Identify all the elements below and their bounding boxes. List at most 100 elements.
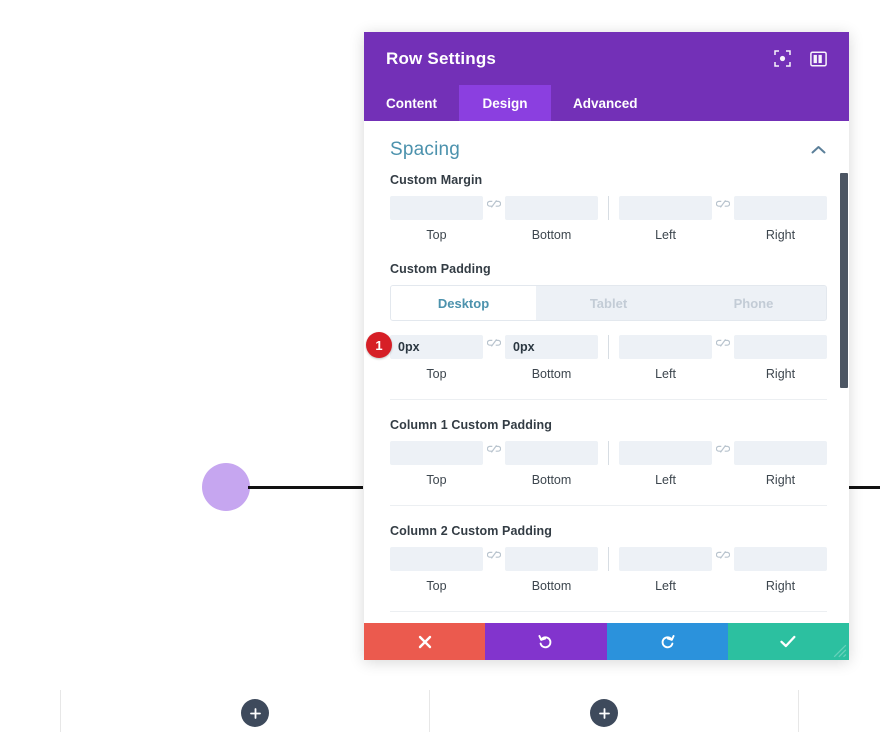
redo-icon	[661, 634, 675, 648]
undo-button[interactable]	[485, 623, 607, 660]
check-icon	[780, 635, 796, 648]
column-2-padding-label: Column 2 Custom Padding	[390, 524, 553, 538]
margin-bottom-cell: Bottom	[505, 196, 598, 242]
padding-left-caption: Left	[655, 367, 676, 381]
focus-icon[interactable]	[773, 50, 791, 68]
col1-padding-bottom-input[interactable]	[505, 441, 598, 465]
unlink-icon[interactable]	[483, 441, 505, 487]
add-module-button-1[interactable]	[241, 699, 269, 727]
column-2-padding-fields: Top Bottom Left Right	[390, 547, 827, 593]
cancel-button[interactable]	[364, 623, 486, 660]
column-divider-2	[429, 690, 430, 732]
padding-left-cell: Left	[619, 335, 712, 381]
scrollbar-thumb[interactable]	[840, 173, 848, 388]
section-divider	[390, 399, 827, 400]
margin-top-caption: Top	[426, 228, 447, 242]
row-node-handle[interactable]	[202, 463, 250, 511]
col2-padding-bottom-input[interactable]	[505, 547, 598, 571]
margin-left-caption: Left	[655, 228, 676, 242]
resize-handle-icon	[833, 644, 847, 658]
row-settings-modal: Row Settings Content Design Advanced Spa…	[364, 32, 849, 660]
padding-top-input[interactable]	[390, 335, 483, 359]
col2-padding-top-caption: Top	[426, 579, 447, 593]
col2-padding-left-caption: Left	[655, 579, 676, 593]
col2-padding-right-cell: Right	[734, 547, 827, 593]
unlink-icon[interactable]	[712, 441, 734, 487]
save-button[interactable]	[727, 623, 849, 660]
status-badge: 1	[366, 332, 392, 358]
margin-right-cell: Right	[734, 196, 827, 242]
redo-button[interactable]	[606, 623, 728, 660]
connector-line-right	[849, 486, 880, 489]
unlink-icon[interactable]	[712, 547, 734, 593]
col1-padding-top-input[interactable]	[390, 441, 483, 465]
padding-bottom-cell: Bottom	[505, 335, 598, 381]
device-tab-phone[interactable]: Phone	[681, 286, 826, 320]
close-icon	[418, 635, 431, 648]
settings-scroll-area: Spacing Custom Margin Top Bottom Left Ri…	[364, 121, 849, 623]
padding-left-input[interactable]	[619, 335, 712, 359]
col2-padding-bottom-caption: Bottom	[531, 579, 572, 593]
section-title: Spacing	[390, 139, 461, 160]
chevron-up-icon[interactable]	[809, 141, 827, 159]
padding-right-input[interactable]	[734, 335, 827, 359]
field-separator	[608, 196, 609, 220]
padding-bottom-caption: Bottom	[531, 367, 572, 381]
responsive-device-tabs: Desktop Tablet Phone	[390, 285, 827, 321]
section-divider	[390, 611, 827, 612]
margin-left-input[interactable]	[619, 196, 712, 220]
tab-content[interactable]: Content	[364, 85, 459, 121]
custom-margin-fields: Top Bottom Left Right	[390, 196, 827, 242]
scrollbar-track[interactable]	[839, 121, 849, 623]
col2-padding-left-cell: Left	[619, 547, 712, 593]
plus-icon	[598, 707, 610, 719]
col1-padding-left-input[interactable]	[619, 441, 712, 465]
layout-columns-icon[interactable]	[809, 50, 827, 68]
padding-bottom-input[interactable]	[505, 335, 598, 359]
column-1-padding-group: Column 1 Custom Padding Top Bottom Left …	[390, 418, 827, 487]
device-tab-desktop[interactable]: Desktop	[391, 286, 536, 320]
col1-padding-right-caption: Right	[765, 473, 796, 487]
col2-padding-left-input[interactable]	[619, 547, 712, 571]
col2-padding-top-input[interactable]	[390, 547, 483, 571]
unlink-icon[interactable]	[483, 196, 505, 242]
unlink-icon[interactable]	[483, 547, 505, 593]
unlink-icon[interactable]	[483, 335, 505, 381]
device-tab-tablet[interactable]: Tablet	[536, 286, 681, 320]
margin-bottom-input[interactable]	[505, 196, 598, 220]
col2-padding-top-cell: Top	[390, 547, 483, 593]
section-divider	[390, 505, 827, 506]
plus-icon	[249, 707, 261, 719]
margin-right-input[interactable]	[734, 196, 827, 220]
col2-padding-right-input[interactable]	[734, 547, 827, 571]
modal-body: Spacing Custom Margin Top Bottom Left Ri…	[364, 121, 849, 623]
padding-right-cell: Right	[734, 335, 827, 381]
spacing-section-header[interactable]: Spacing	[390, 121, 827, 173]
page-title: Row Settings	[386, 48, 497, 68]
connector-line-left	[248, 486, 363, 489]
tab-design[interactable]: Design	[459, 85, 551, 121]
margin-top-input[interactable]	[390, 196, 483, 220]
column-1-padding-fields: Top Bottom Left Right	[390, 441, 827, 487]
col1-padding-right-input[interactable]	[734, 441, 827, 465]
margin-right-caption: Right	[765, 228, 796, 242]
custom-padding-label: Custom Padding	[390, 262, 491, 276]
custom-margin-label: Custom Margin	[390, 173, 483, 187]
margin-left-cell: Left	[619, 196, 712, 242]
unlink-icon[interactable]	[712, 196, 734, 242]
col1-padding-left-cell: Left	[619, 441, 712, 487]
modal-header: Row Settings	[364, 32, 849, 85]
col1-padding-right-cell: Right	[734, 441, 827, 487]
col1-padding-bottom-caption: Bottom	[531, 473, 572, 487]
custom-padding-fields: 1 Top	[366, 332, 827, 381]
col2-padding-right-caption: Right	[765, 579, 796, 593]
tab-advanced[interactable]: Advanced	[551, 85, 660, 121]
column-2-padding-group: Column 2 Custom Padding Top Bottom Left …	[390, 524, 827, 593]
modal-tabs: Content Design Advanced	[364, 85, 849, 121]
unlink-icon[interactable]	[712, 335, 734, 381]
custom-margin-group: Custom Margin Top Bottom Left Right	[390, 173, 827, 242]
field-separator	[608, 335, 609, 359]
field-separator	[608, 441, 609, 465]
col1-padding-left-caption: Left	[655, 473, 676, 487]
add-module-button-2[interactable]	[590, 699, 618, 727]
